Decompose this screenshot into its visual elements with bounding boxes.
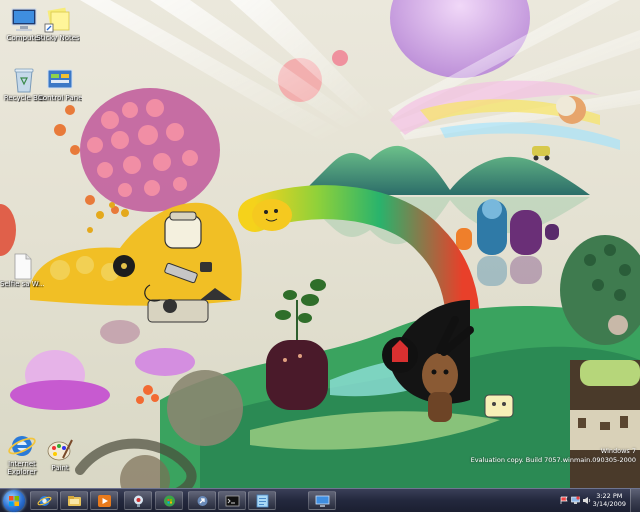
desktop-icon-label: Sticky Notes [36,34,80,42]
system-tray: 3:22 PM 3/14/2009 [558,489,640,513]
taskbar-button-command-prompt[interactable] [218,491,246,510]
action-center-flag-icon[interactable] [560,496,569,505]
taskbar-button-internet-explorer[interactable] [30,491,58,510]
watermark-build-info: Evaluation copy. Build 7057.winmain.0903… [470,456,636,464]
desktop-icon-document[interactable]: Selfie sa W... [0,252,44,288]
media-center-icon [164,495,175,507]
show-desktop-button[interactable] [630,489,640,513]
watermark-os-name: Windows 7 [600,447,636,455]
windows-logo-icon [9,496,19,506]
wallpaper-art [0,0,640,512]
start-button[interactable] [3,490,25,512]
network-status-icon[interactable] [571,496,580,505]
clock-date: 3/14/2009 [592,500,626,508]
network-icon [134,495,143,507]
desktop-icon-label: Control Panel [38,94,82,102]
command-prompt-icon [225,495,240,507]
taskbar-button-media-player[interactable] [90,491,118,510]
taskbar-button-windows-explorer[interactable] [60,491,88,510]
internet-explorer-icon [7,432,37,460]
taskbar: 3:22 PM 3/14/2009 [0,488,640,513]
taskbar-button-shortcut[interactable] [188,491,216,510]
document-icon [7,252,37,280]
desktop-icon-label: Selfie sa W... [0,280,44,288]
internet-explorer-icon [37,496,52,506]
desktop-icon-sticky-notes[interactable]: Sticky Notes [36,6,80,42]
remote-desktop-icon [315,495,330,507]
shortcut-icon [197,496,208,506]
desktop-icon-paint[interactable]: Paint [38,436,82,472]
media-player-icon [98,495,111,507]
desktop-icon-label: Paint [51,464,69,472]
taskbar-button-media-center[interactable] [155,491,183,510]
desktop-wallpaper[interactable] [0,0,640,512]
desktop-icon-control-panel[interactable]: Control Panel [38,66,82,102]
paint-icon [45,436,75,464]
taskbar-clock[interactable]: 3:22 PM 3/14/2009 [593,492,626,508]
evaluation-watermark: Windows 7 Evaluation copy. Build 7057.wi… [471,447,636,465]
computer-icon [9,6,39,34]
notepad-icon [256,494,269,508]
volume-icon[interactable] [582,496,591,505]
taskbar-button-remote-desktop[interactable] [308,491,336,510]
recycle-bin-icon [9,66,39,94]
taskbar-button-network[interactable] [124,491,152,510]
taskbar-button-notepad[interactable] [248,491,276,510]
sticky-notes-icon [43,6,73,34]
windows-explorer-icon [68,496,81,506]
control-panel-icon [45,66,75,94]
clock-time: 3:22 PM [596,492,623,500]
